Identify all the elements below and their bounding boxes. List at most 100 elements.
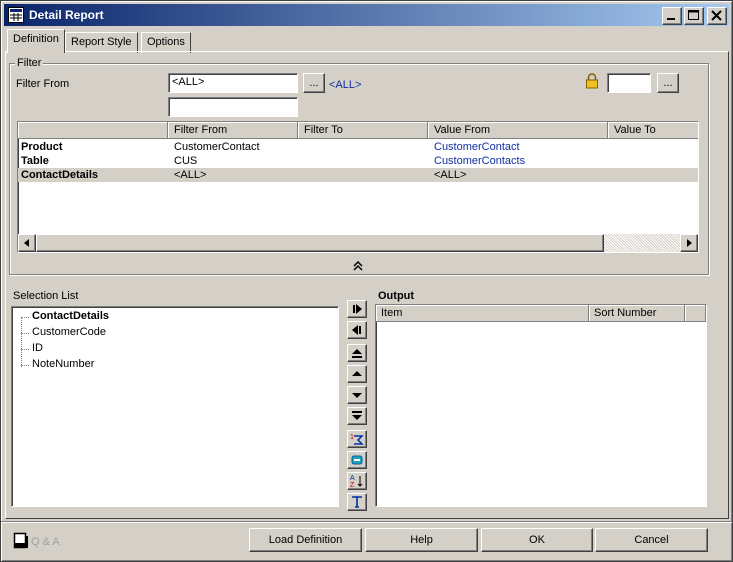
lock-icon xyxy=(586,73,598,89)
arrow-right-icon xyxy=(687,239,692,247)
arrow-up-icon xyxy=(352,371,362,376)
window-title: Detail Report xyxy=(29,8,104,22)
maximize-button[interactable] xyxy=(684,7,704,25)
tree-line xyxy=(21,349,29,350)
tree-item[interactable]: ID xyxy=(32,342,43,354)
arrow-right-bar-icon xyxy=(353,304,362,314)
detail-report-window: Detail Report Definition Report Style Op… xyxy=(0,0,733,562)
table-row[interactable]: ContactDetails <ALL> <ALL> xyxy=(18,168,698,182)
tree-line xyxy=(21,333,29,334)
grid-row-value-from: <ALL> xyxy=(434,169,467,181)
move-down-button[interactable] xyxy=(347,386,367,404)
filter-from-input[interactable]: <ALL> xyxy=(168,73,298,93)
grid-horizontal-scrollbar[interactable] xyxy=(18,234,698,252)
scroll-right-button[interactable] xyxy=(680,234,698,252)
text-t-icon xyxy=(352,496,362,508)
sort-button[interactable]: AZ xyxy=(347,472,367,490)
output-header-item[interactable]: Item xyxy=(376,305,589,322)
svg-text:A: A xyxy=(350,475,355,482)
format-button[interactable] xyxy=(347,451,367,469)
move-to-bottom-icon xyxy=(352,411,362,420)
tree-line xyxy=(21,317,22,367)
cancel-label: Cancel xyxy=(634,534,669,546)
tree-line xyxy=(21,365,29,366)
grid-row-name: Product xyxy=(21,141,63,153)
grid-row-name: Table xyxy=(21,155,49,167)
tree-item[interactable]: CustomerCode xyxy=(32,326,106,338)
move-bottom-button[interactable] xyxy=(347,407,367,425)
qa-notebook-icon[interactable] xyxy=(13,532,29,550)
grid-header-value-from[interactable]: Value From xyxy=(428,122,608,139)
cancel-button[interactable]: Cancel xyxy=(595,528,708,552)
all-link[interactable]: <ALL> xyxy=(329,79,361,91)
svg-text:1: 1 xyxy=(350,434,354,441)
collapse-filter-button[interactable] xyxy=(348,259,368,273)
qa-label: Q & A xyxy=(31,536,60,548)
grid-row-filter-from: <ALL> xyxy=(174,169,207,181)
sum-button[interactable]: 1 xyxy=(347,430,367,448)
arrow-down-icon xyxy=(352,393,362,398)
filter-from-label: Filter From xyxy=(16,78,70,90)
ok-button[interactable]: OK xyxy=(481,528,593,552)
grid-row-value-from: CustomerContacts xyxy=(434,155,526,167)
svg-text:Z: Z xyxy=(350,482,355,488)
filter-group-label: Filter xyxy=(15,57,44,69)
footer-divider xyxy=(1,521,732,523)
grid-row-value-from: CustomerContact xyxy=(434,141,520,153)
grid-row-filter-from: CustomerContact xyxy=(174,141,260,153)
help-button[interactable]: Help xyxy=(365,528,478,552)
tab-options[interactable]: Options xyxy=(141,32,191,53)
grid-row-filter-from: CUS xyxy=(174,155,198,167)
close-icon xyxy=(711,10,722,21)
grid-row-name: ContactDetails xyxy=(21,169,99,181)
tab-report-style[interactable]: Report Style xyxy=(65,32,138,53)
arrow-left-icon xyxy=(24,239,29,247)
minimize-button[interactable] xyxy=(662,7,682,25)
grid-header-filter-from[interactable]: Filter From xyxy=(168,122,298,139)
output-header-sort-number[interactable]: Sort Number xyxy=(589,305,685,322)
scroll-thumb[interactable] xyxy=(36,234,604,252)
maximize-icon xyxy=(688,10,699,20)
move-to-top-icon xyxy=(352,349,362,358)
tab-definition[interactable]: Definition xyxy=(7,29,65,53)
tree-item[interactable]: NoteNumber xyxy=(32,358,94,370)
table-row[interactable]: Table CUS CustomerContacts xyxy=(18,154,698,168)
scroll-left-button[interactable] xyxy=(18,234,36,252)
report-grid-icon xyxy=(8,7,24,23)
lock-browse-button[interactable]: ... xyxy=(657,73,679,93)
table-row[interactable]: Product CustomerContact CustomerContact xyxy=(18,140,698,154)
output-list[interactable]: Item Sort Number xyxy=(375,304,707,507)
output-header-filler xyxy=(685,305,706,322)
move-top-button[interactable] xyxy=(347,344,367,362)
ok-label: OK xyxy=(529,534,545,546)
sort-az-icon: AZ xyxy=(350,475,363,488)
arrow-left-bar-icon xyxy=(352,325,361,335)
selection-list-tree[interactable]: ContactDetails CustomerCode ID NoteNumbe… xyxy=(11,306,339,507)
grid-header-name[interactable] xyxy=(18,122,168,139)
grid-header-filter-to[interactable]: Filter To xyxy=(298,122,428,139)
tree-root-item[interactable]: ContactDetails xyxy=(32,310,109,322)
load-definition-button[interactable]: Load Definition xyxy=(249,528,362,552)
format-box-icon xyxy=(351,455,363,465)
filter-from-browse-button[interactable]: ... xyxy=(303,73,325,93)
title-bar[interactable]: Detail Report xyxy=(4,4,729,26)
load-definition-label: Load Definition xyxy=(268,534,343,546)
minimize-icon xyxy=(667,18,675,20)
tree-line xyxy=(21,317,29,318)
move-up-button[interactable] xyxy=(347,365,367,383)
double-chevron-up-icon xyxy=(353,260,363,271)
scroll-track[interactable] xyxy=(604,234,680,252)
selection-list-label: Selection List xyxy=(13,290,79,302)
filter-grid: Filter From Filter To Value From Value T… xyxy=(17,121,699,253)
filter-from-value: <ALL> xyxy=(172,76,205,88)
sum-sigma-icon: 1 xyxy=(350,434,364,445)
add-item-button[interactable] xyxy=(347,300,367,318)
remove-item-button[interactable] xyxy=(347,321,367,339)
text-tool-button[interactable] xyxy=(347,493,367,511)
filter-second-input[interactable] xyxy=(168,97,298,117)
help-label: Help xyxy=(410,534,433,546)
grid-header-value-to[interactable]: Value To xyxy=(608,122,698,139)
close-button[interactable] xyxy=(707,7,727,25)
lock-input[interactable] xyxy=(607,73,651,93)
output-label: Output xyxy=(378,290,415,302)
